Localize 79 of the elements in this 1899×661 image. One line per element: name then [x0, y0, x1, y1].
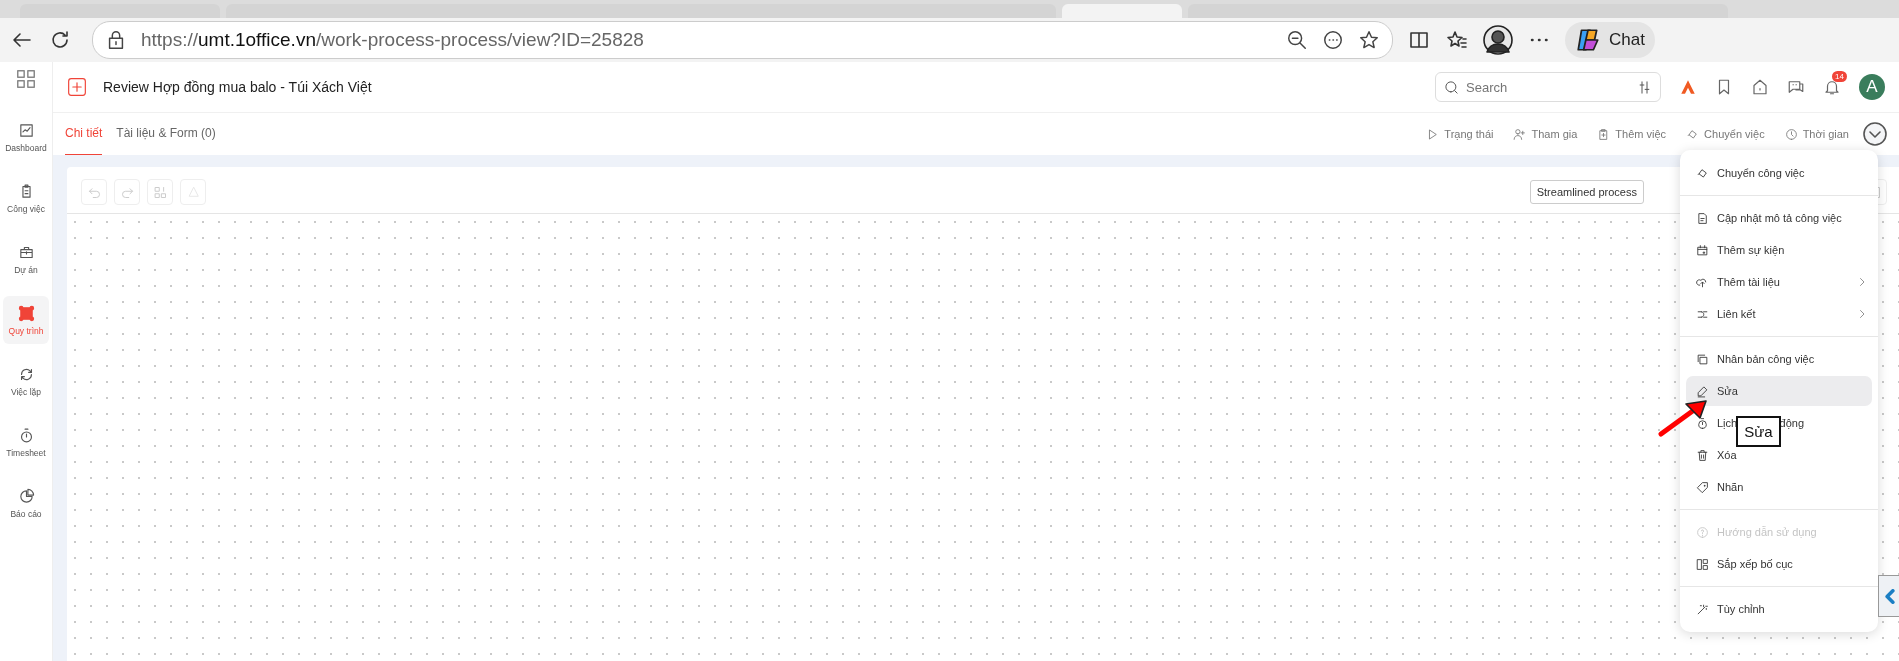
sidebar-item[interactable]: Báo cáo: [3, 479, 49, 527]
menu-label: Nhân bản công việc: [1717, 353, 1815, 365]
menu-item[interactable]: Liên kết: [1686, 299, 1872, 329]
menu-item[interactable]: Cập nhật mô tả công việc: [1686, 203, 1872, 233]
sidebar-item[interactable]: Timesheet: [3, 418, 49, 466]
annotation-arrow: [1658, 398, 1708, 438]
menu-item[interactable]: Sắp xếp bố cục: [1686, 549, 1872, 579]
menu-label: Tùy chỉnh: [1717, 603, 1765, 615]
menu-item[interactable]: Thêm tài liệu: [1686, 267, 1872, 297]
tooltip: Sửa: [1736, 415, 1781, 447]
bell-icon[interactable]: [1823, 78, 1841, 96]
action-button[interactable]: Thêm việc: [1597, 127, 1667, 141]
action-button[interactable]: Trạng thái: [1426, 127, 1494, 141]
menu-item[interactable]: Tùy chỉnh: [1686, 594, 1872, 624]
menu-label: Chuyển công việc: [1717, 167, 1805, 179]
pencil-icon: [1696, 384, 1709, 398]
calendar-icon: [1696, 243, 1709, 257]
menu-label: Liên kết: [1717, 308, 1756, 320]
menu-label: Xóa: [1717, 449, 1737, 461]
copilot-logo-icon: [1575, 27, 1601, 53]
sidebar-item[interactable]: Dự án: [3, 235, 49, 283]
action-button[interactable]: Tham gia: [1513, 127, 1578, 141]
menu-label: Lịch: [1717, 417, 1738, 429]
magic-wand-icon: [1696, 602, 1709, 616]
tag-icon: [1696, 480, 1709, 494]
chevron-left-icon: [1884, 588, 1895, 604]
chevron-down-icon[interactable]: [1863, 122, 1887, 146]
action-button[interactable]: Chuyển việc: [1686, 127, 1765, 141]
menu-label: Cập nhật mô tả công việc: [1717, 212, 1842, 224]
tab[interactable]: Tài liệu & Form (0): [116, 112, 216, 156]
notification-badge: 14: [1832, 71, 1847, 82]
search-bar[interactable]: Search: [1435, 72, 1661, 102]
sidebar-item[interactable]: Việc lặp: [3, 357, 49, 405]
profile-avatar[interactable]: [1483, 25, 1513, 55]
search-icon: [1444, 79, 1459, 95]
chat-icon[interactable]: [1787, 78, 1805, 96]
side-tab[interactable]: [1878, 575, 1899, 617]
help-icon: [1696, 525, 1709, 539]
sidebar-item[interactable]: Quy trình: [3, 296, 49, 344]
trash-icon: [1696, 448, 1709, 462]
chat-button[interactable]: Chat: [1565, 22, 1655, 58]
zoom-out-icon[interactable]: [1286, 29, 1308, 51]
menu-item[interactable]: Nhân bản công việc: [1686, 344, 1872, 374]
pie-chart-icon: [17, 487, 35, 505]
star-icon[interactable]: [1358, 29, 1380, 51]
apps-grid-icon[interactable]: [15, 68, 37, 90]
clock-icon: [1784, 127, 1798, 141]
more-icon[interactable]: [1322, 29, 1344, 51]
url-text: https://umt.1office.vn/work-process-process/view?ID=25828: [141, 29, 644, 51]
stopwatch-icon: [1696, 416, 1709, 430]
document-icon: [1696, 211, 1709, 225]
user-avatar[interactable]: A: [1859, 74, 1885, 100]
menu-item[interactable]: Thêm sự kiện: [1686, 235, 1872, 265]
chart-icon: [17, 121, 35, 139]
menu-item[interactable]: Nhãn: [1686, 472, 1872, 502]
menu-label: Sắp xếp bố cục: [1717, 558, 1793, 570]
user-add-icon: [1513, 127, 1527, 141]
add-icon[interactable]: [67, 77, 87, 97]
shapes-icon: [152, 184, 168, 200]
logo-icon[interactable]: [1679, 78, 1697, 96]
sidebar-item[interactable]: Dashboard: [3, 113, 49, 161]
sidebar-item[interactable]: Công việc: [3, 174, 49, 222]
filter-icon[interactable]: [1637, 79, 1652, 95]
menu-item[interactable]: Chuyển công việc: [1686, 158, 1872, 188]
copy-icon: [1696, 352, 1709, 366]
menu-label: Thêm sự kiện: [1717, 244, 1785, 256]
action-button[interactable]: Thời gian: [1784, 127, 1849, 141]
menu-label: Hướng dẫn sử dụng: [1717, 526, 1817, 538]
menu-item[interactable]: Sửa: [1686, 376, 1872, 406]
layout-icon: [1696, 557, 1709, 571]
streamlined-process-button[interactable]: Streamlined process: [1529, 180, 1644, 204]
address-bar[interactable]: https://umt.1office.vn/work-process-process/view?ID=25828: [92, 21, 1393, 59]
page-title: Review Hợp đồng mua balo - Túi Xách Việt: [103, 79, 372, 95]
menu-label: Thêm tài liệu: [1717, 276, 1780, 288]
home-icon[interactable]: [1751, 78, 1769, 96]
menu-label: Nhãn: [1717, 481, 1744, 493]
menu-label: Sửa: [1717, 385, 1738, 397]
play-icon: [1426, 127, 1440, 141]
process-icon: [17, 304, 35, 322]
